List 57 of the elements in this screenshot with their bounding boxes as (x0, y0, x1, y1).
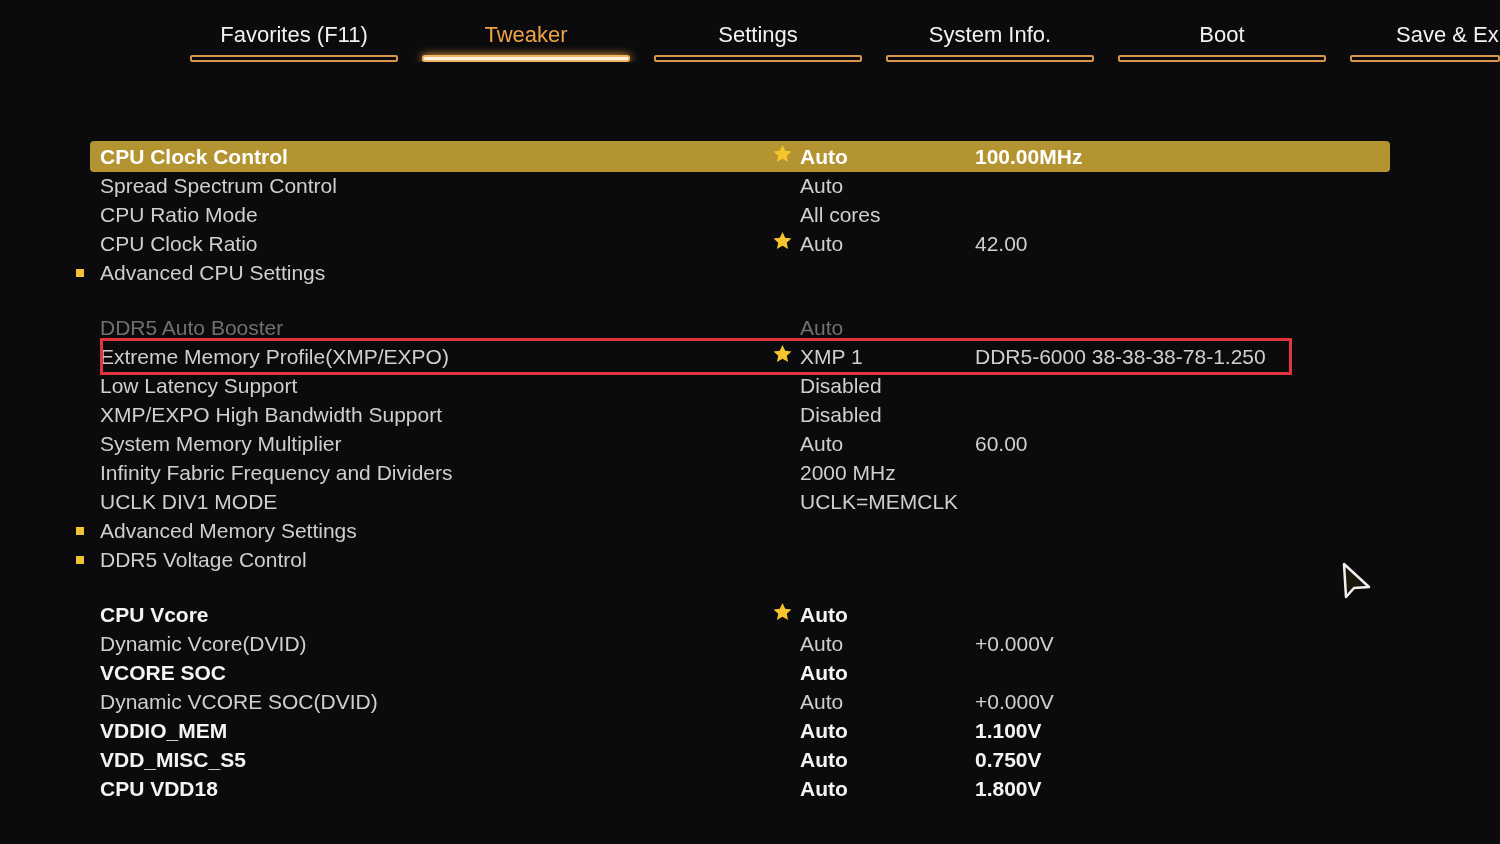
tab[interactable]: Save & Ex (1350, 20, 1500, 62)
setting-label[interactable]: Dynamic Vcore(DVID) (100, 632, 307, 655)
setting-label[interactable]: DDR5 Auto Booster (100, 316, 284, 339)
setting-value: Auto (800, 777, 848, 800)
setting-label[interactable]: VDDIO_MEM (100, 719, 228, 742)
setting-value: Auto (800, 174, 844, 197)
setting-detail: +0.000V (975, 632, 1054, 655)
setting-value: Auto (800, 316, 844, 339)
setting-label[interactable]: CPU Ratio Mode (100, 203, 258, 226)
setting-detail: 1.100V (975, 719, 1042, 742)
setting-detail: 42.00 (975, 232, 1028, 255)
submenu-item[interactable]: Advanced Memory Settings (100, 519, 357, 542)
setting-label[interactable]: CPU Clock Ratio (100, 232, 258, 255)
setting-label[interactable]: UCLK DIV1 MODE (100, 490, 278, 513)
tab[interactable]: Tweaker (422, 20, 630, 62)
setting-value: 2000 MHz (800, 461, 896, 484)
setting-value: Disabled (800, 403, 882, 426)
setting-value: Auto (800, 661, 848, 684)
submenu-item[interactable]: Advanced CPU Settings (100, 261, 326, 284)
setting-value: UCLK=MEMCLK (800, 490, 959, 513)
setting-label[interactable]: Low Latency Support (100, 374, 298, 397)
setting-label[interactable]: VDD_MISC_S5 (100, 748, 246, 771)
setting-value: Auto (800, 603, 848, 626)
setting-label[interactable]: CPU VDD18 (100, 777, 218, 800)
square-bullet-icon (76, 555, 84, 564)
setting-label[interactable]: System Memory Multiplier (100, 432, 342, 455)
tab[interactable]: Boot (1118, 20, 1326, 62)
setting-detail: DDR5-6000 38-38-38-78-1.250 (975, 345, 1266, 368)
setting-value: Auto (800, 690, 844, 713)
setting-label[interactable]: Dynamic VCORE SOC(DVID) (100, 690, 378, 713)
setting-value: Auto (800, 232, 844, 255)
setting-value: Auto (800, 632, 844, 655)
setting-label[interactable]: VCORE SOC (100, 661, 227, 684)
setting-detail: 1.800V (975, 777, 1042, 800)
mouse-pointer-icon (1341, 561, 1371, 600)
setting-value: Auto (800, 432, 844, 455)
tab[interactable]: Settings (654, 20, 862, 62)
setting-detail: 100.00MHz (975, 145, 1083, 168)
square-bullet-icon (76, 526, 84, 535)
setting-detail: 0.750V (975, 748, 1042, 771)
setting-detail: +0.000V (975, 690, 1054, 713)
setting-value: Auto (800, 719, 848, 742)
submenu-item[interactable]: DDR5 Voltage Control (100, 548, 307, 571)
setting-label[interactable]: XMP/EXPO High Bandwidth Support (100, 403, 442, 426)
square-bullet-icon (76, 268, 84, 277)
setting-value: XMP 1 (800, 345, 863, 368)
setting-label[interactable]: Extreme Memory Profile(XMP/EXPO) (100, 345, 449, 368)
setting-label[interactable]: CPU Vcore (100, 603, 209, 626)
setting-value: Auto (800, 748, 848, 771)
setting-value: All cores (800, 203, 881, 226)
setting-label[interactable]: Spread Spectrum Control (100, 174, 337, 197)
tab[interactable]: Favorites (F11) (190, 20, 398, 62)
setting-value: Auto (800, 145, 848, 168)
setting-value: Disabled (800, 374, 882, 397)
setting-detail: 60.00 (975, 432, 1028, 455)
tab[interactable]: System Info. (886, 20, 1094, 62)
setting-label[interactable]: Infinity Fabric Frequency and Dividers (100, 461, 453, 484)
